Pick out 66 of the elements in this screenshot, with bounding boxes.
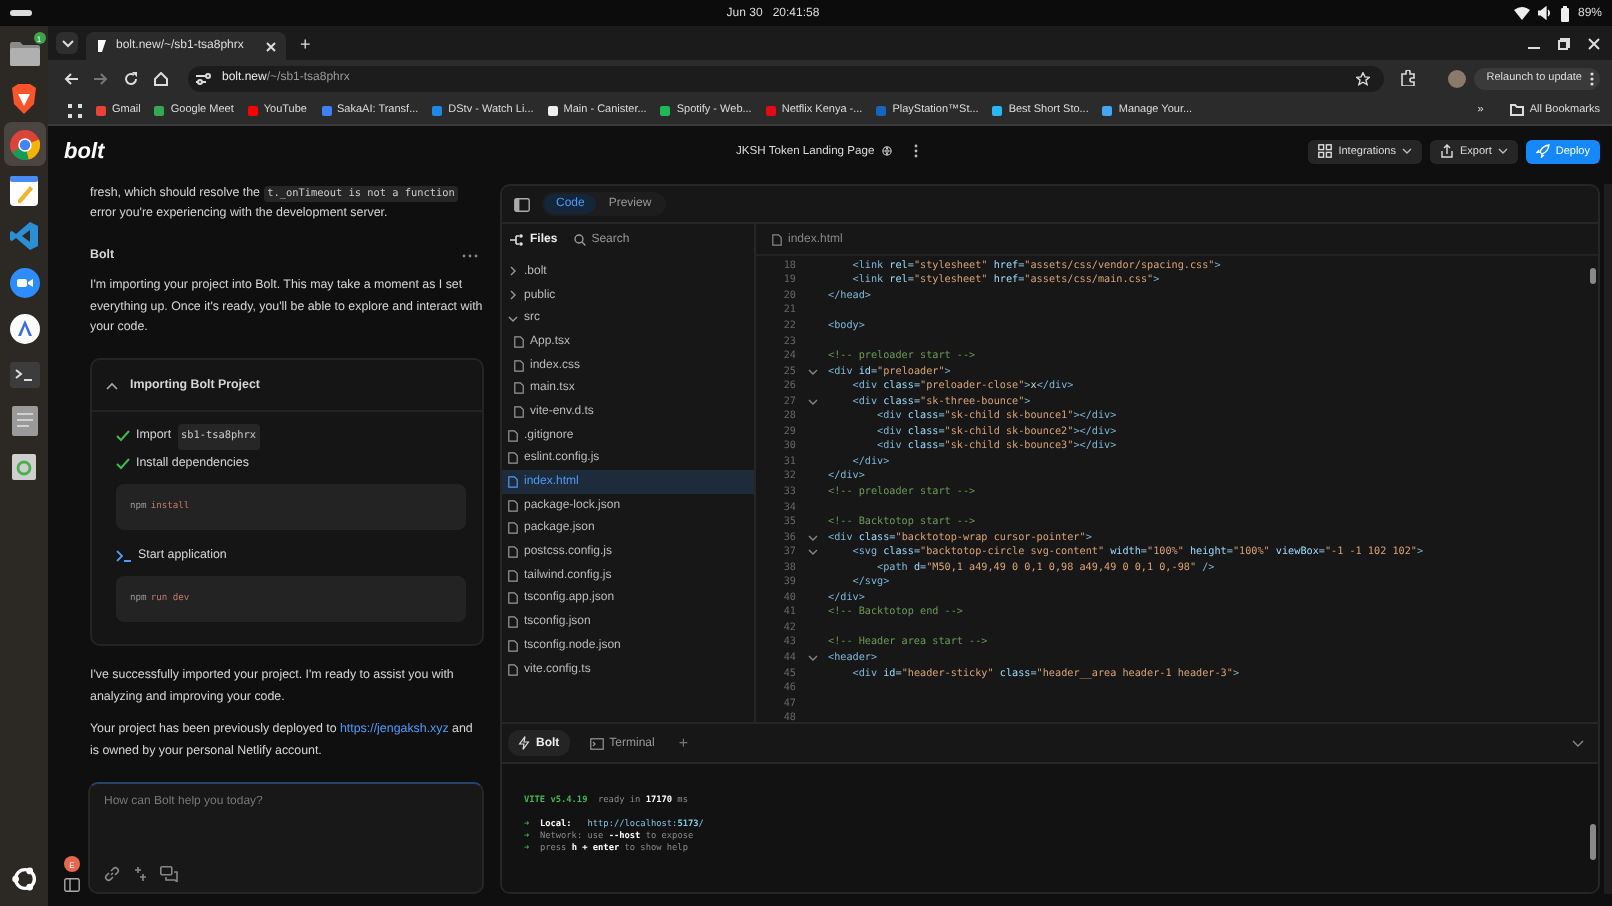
sidebar-icon[interactable] [514,197,530,211]
lightning-icon [518,736,530,750]
site-settings-icon[interactable] [196,71,212,85]
app-store-icon [9,313,39,343]
favicon-icon [96,40,108,52]
dock-item[interactable] [3,122,45,166]
fold-icon[interactable] [807,653,817,662]
puzzle-icon[interactable] [1400,70,1417,86]
notepad-icon [10,175,38,205]
shield-icon [10,83,38,113]
terminal-prompt-icon [116,550,132,563]
browser-icon [9,129,39,159]
more-icon[interactable] [914,144,919,158]
workspace-indicator[interactable] [10,10,32,16]
sidebar-icon[interactable] [64,878,80,892]
more-icon[interactable] [462,254,478,259]
restore-icon[interactable] [1558,37,1570,49]
fold-icon[interactable] [807,367,817,376]
chevron-icon[interactable] [1572,739,1584,747]
fold-icon[interactable] [807,548,817,557]
bolt-logo[interactable]: bolt [64,139,736,163]
chevron-icon[interactable] [508,290,518,301]
profile-avatar[interactable] [1448,69,1467,87]
close-icon[interactable] [1588,37,1600,49]
chevron-icon [1497,148,1508,154]
wifi-icon[interactable] [1513,6,1530,20]
folder-icon [9,39,39,65]
fold-icon[interactable] [807,533,817,542]
home-icon[interactable] [154,71,168,85]
chevron-icon [61,39,73,47]
file-icon [772,233,782,245]
document-icon [11,405,37,435]
upload-icon [1439,144,1454,158]
link-icon[interactable] [104,866,120,882]
star-icon[interactable] [1356,71,1371,85]
terminal-icon [9,361,39,387]
check-icon [116,458,130,471]
grid-icon [1318,144,1333,158]
chevron-icon[interactable] [508,313,518,324]
recycle-bin-icon [12,452,36,480]
forward-icon[interactable] [94,71,108,85]
video-app-icon [9,267,39,297]
check-icon [116,430,130,443]
search-icon [573,233,586,245]
back-icon[interactable] [64,71,78,85]
chat-icon[interactable] [160,866,178,882]
folder-icon [1509,104,1524,116]
code-editor-icon [10,222,38,250]
apps-grid-icon[interactable] [68,103,82,117]
chevron-icon[interactable] [106,381,118,390]
app-grid-icon[interactable] [9,864,39,894]
chevron-icon [1401,148,1412,154]
rocket-icon [1535,144,1550,158]
terminal-icon [589,737,604,749]
add-terminal-button[interactable]: + [674,734,693,752]
chevron-icon[interactable] [508,266,518,277]
reload-icon[interactable] [124,71,138,85]
new-tab-button[interactable]: + [294,33,317,53]
battery-icon[interactable] [1559,5,1570,21]
fold-icon[interactable] [807,397,817,406]
sparkle-icon[interactable] [132,866,148,882]
tab-search-button[interactable] [56,32,78,54]
tree-icon [510,233,524,245]
volume-icon[interactable] [1537,6,1552,20]
close-icon[interactable] [266,41,276,51]
globe-icon[interactable] [882,146,893,156]
